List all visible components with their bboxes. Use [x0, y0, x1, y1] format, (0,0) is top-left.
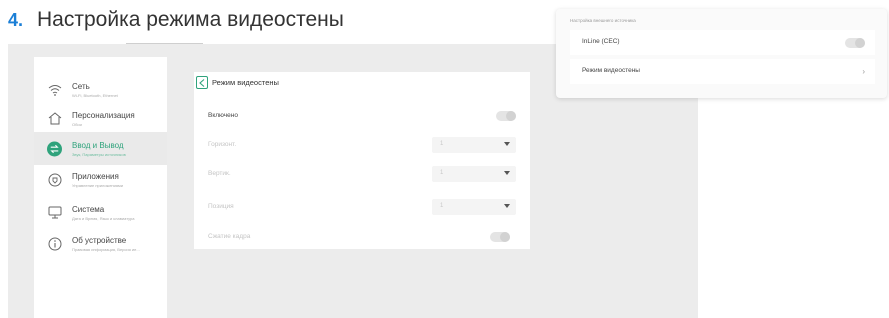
- external-source-popup: Настройка внешнего источника InLine (CEC…: [556, 9, 887, 98]
- videowall-mode-label: Режим видеостены: [582, 67, 640, 74]
- sidebar-item-label: Система: [72, 204, 105, 214]
- sidebar-item-sub: Звук, Параметры источников: [72, 151, 126, 157]
- inline-cec-row[interactable]: InLine (CEC): [570, 30, 875, 55]
- chevron-right-icon: ›: [862, 67, 865, 76]
- chevron-left-icon: [199, 78, 205, 87]
- position-label: Позиция: [208, 203, 234, 210]
- sidebar: Сеть Wi-Fi, Bluetooth, Ethernet Персонал…: [34, 57, 167, 318]
- frame-compensation-toggle[interactable]: [490, 232, 510, 242]
- horizontal-select[interactable]: 1: [432, 137, 516, 153]
- enabled-row: Включено: [194, 102, 530, 132]
- swap-icon: [47, 141, 62, 156]
- videowall-mode-row[interactable]: Режим видеостены ›: [570, 59, 875, 84]
- enabled-toggle[interactable]: [496, 111, 516, 121]
- info-icon: [47, 236, 62, 251]
- inline-cec-label: InLine (CEC): [582, 38, 620, 45]
- caret-down-icon: [504, 142, 510, 146]
- sidebar-item-personalization[interactable]: Персонализация Обои: [34, 102, 167, 135]
- horizontal-label: Горизонт.: [208, 141, 237, 148]
- doc-title: Настройка режима видеостены: [37, 8, 344, 31]
- position-value: 1: [440, 203, 444, 209]
- sidebar-item-label: Приложения: [72, 171, 119, 181]
- videowall-panel: Режим видеостены Включено Горизонт. 1 Ве…: [194, 72, 530, 249]
- home-icon: [47, 111, 62, 126]
- shield-icon: [47, 172, 62, 187]
- vertical-row: Вертик. 1: [194, 160, 530, 190]
- caret-down-icon: [504, 204, 510, 208]
- sidebar-item-label: Об устройстве: [72, 235, 127, 245]
- back-button[interactable]: [196, 76, 208, 89]
- sidebar-item-sub: Управление приложениями: [72, 182, 124, 188]
- sidebar-item-apps[interactable]: Приложения Управление приложениями: [34, 163, 167, 196]
- vertical-label: Вертик.: [208, 170, 231, 177]
- sidebar-item-label: Персонализация: [72, 110, 135, 120]
- sidebar-item-system[interactable]: Система Дата и Время, Язык и клавиатура: [34, 196, 167, 229]
- sidebar-item-sub: Wi-Fi, Bluetooth, Ethernet: [72, 92, 118, 98]
- frame-compensation-label: Сжатие кадра: [208, 233, 251, 240]
- sidebar-item-sub: Дата и Время, Язык и клавиатура: [72, 215, 135, 221]
- sidebar-item-label: Сеть: [72, 81, 90, 91]
- caret-down-icon: [504, 171, 510, 175]
- popup-caption: Настройка внешнего источника: [570, 18, 636, 23]
- frame-compensation-row: Сжатие кадра: [194, 223, 530, 253]
- step-number: 4.: [8, 10, 24, 30]
- monitor-icon: [47, 205, 62, 220]
- enabled-label: Включено: [208, 112, 238, 119]
- panel-title: Режим видеостены: [212, 78, 279, 87]
- position-row: Позиция 1: [194, 193, 530, 223]
- wifi-icon: [47, 82, 62, 97]
- sidebar-item-about[interactable]: Об устройстве Правовая информация, Верси…: [34, 227, 167, 260]
- doc-heading: 4. Настройка режима видеостены: [8, 8, 344, 32]
- position-select[interactable]: 1: [432, 199, 516, 215]
- horizontal-row: Горизонт. 1: [194, 131, 530, 161]
- sidebar-item-input-output[interactable]: Ввод и Вывод Звук, Параметры источников: [34, 132, 167, 165]
- vertical-select[interactable]: 1: [432, 166, 516, 182]
- sidebar-item-sub: Правовая информация, Версия ие...: [72, 246, 140, 252]
- panel-header: Режим видеостены: [196, 76, 279, 89]
- inline-cec-toggle[interactable]: [845, 38, 865, 48]
- sidebar-item-sub: Обои: [72, 121, 82, 127]
- sidebar-item-label: Ввод и Вывод: [72, 140, 124, 150]
- vertical-value: 1: [440, 170, 444, 176]
- horizontal-value: 1: [440, 141, 444, 147]
